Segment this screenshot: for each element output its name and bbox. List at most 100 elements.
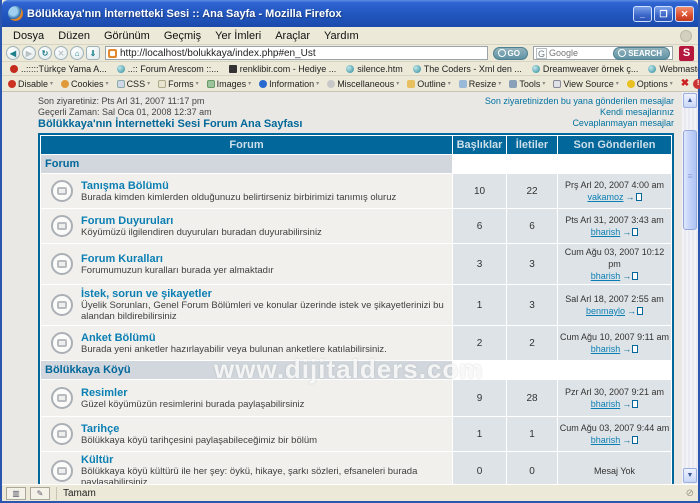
link-new-posts[interactable]: Son ziyaretinizden bu yana gönderilen me… xyxy=(485,96,674,107)
bookmark-item[interactable]: The Coders - Xml den ... xyxy=(413,64,522,74)
bookmark-item[interactable]: ..:: Forum Arescom ::... xyxy=(117,64,219,74)
bookmark-item[interactable]: renklibir.com - Hediye ... xyxy=(229,64,337,74)
goto-lastpost-icon[interactable]: → xyxy=(622,270,638,282)
options-icon xyxy=(627,80,635,88)
bookmark-icon xyxy=(648,65,656,73)
link-own-posts[interactable]: Kendi mesajlarınız xyxy=(485,107,674,118)
folder-icon xyxy=(51,387,73,409)
forum-link[interactable]: Resimler xyxy=(81,387,304,399)
scroll-thumb[interactable] xyxy=(683,130,697,230)
goto-lastpost-icon[interactable]: → xyxy=(622,398,638,410)
bookmarks-toolbar: ..:::::Türkçe Yama A... ..:: Forum Aresc… xyxy=(2,62,698,76)
forum-link[interactable]: Tanışma Bölümü xyxy=(81,180,396,192)
menu-duzen[interactable]: Düzen xyxy=(51,29,97,43)
devbar-outline[interactable]: Outline▾ xyxy=(407,79,451,89)
reload-button[interactable]: ↻ xyxy=(38,46,52,60)
information-icon xyxy=(259,80,267,88)
devbar-tools[interactable]: Tools▾ xyxy=(509,79,545,89)
home-button[interactable]: ⌂ xyxy=(70,46,84,60)
search-button[interactable]: SEARCH xyxy=(613,47,670,60)
url-input[interactable] xyxy=(120,48,485,59)
forum-link[interactable]: İstek, sorun ve şikayetler xyxy=(81,288,448,300)
stop-button[interactable]: ✕ xyxy=(54,46,68,60)
forum-link[interactable]: Anket Bölümü xyxy=(81,332,387,344)
link-unanswered[interactable]: Cevaplanmayan mesajlar xyxy=(485,118,674,129)
lastpost-user-link[interactable]: bharish xyxy=(591,344,621,354)
forum-description: Burada yeni anketler hazırlayabilir veya… xyxy=(81,344,387,355)
site-favicon-icon xyxy=(108,49,117,58)
forum-link[interactable]: Kültür xyxy=(81,454,448,466)
goto-lastpost-icon[interactable]: → xyxy=(622,434,638,446)
go-button[interactable]: GO xyxy=(493,47,528,60)
folder-icon xyxy=(51,180,73,202)
search-bar: G SEARCH xyxy=(533,46,673,60)
menu-dosya[interactable]: Dosya xyxy=(6,29,51,43)
devbar-disable[interactable]: Disable▾ xyxy=(8,79,53,89)
bookmark-item[interactable]: silence.htm xyxy=(346,64,403,74)
title-bar: Bölükkaya'nın İnternetteki Sesi :: Ana S… xyxy=(2,0,698,27)
view-source-icon xyxy=(553,80,561,88)
forum-link[interactable]: Forum Kuralları xyxy=(81,253,274,265)
category-title[interactable]: Forum xyxy=(41,155,452,173)
devbar-css[interactable]: CSS▾ xyxy=(117,79,151,89)
category-title[interactable]: Bölükkaya Köyü xyxy=(41,361,452,379)
category-row: Forum xyxy=(41,155,671,173)
menu-yardim[interactable]: Yardım xyxy=(317,29,366,43)
menu-yerimleri[interactable]: Yer İmleri xyxy=(208,29,268,43)
bookmark-item[interactable]: Dreamweaver örnek ç... xyxy=(532,64,639,74)
lastpost-date: Prş Arl 20, 2007 4:00 am xyxy=(565,180,664,190)
last-visit-text: Son ziyaretiniz: Pts Arl 31, 2007 11:17 … xyxy=(38,96,302,107)
goto-lastpost-icon[interactable]: → xyxy=(626,191,642,203)
back-button[interactable]: ◀ xyxy=(6,46,20,60)
lastpost-user-link[interactable]: vakamoz xyxy=(587,192,623,202)
lastpost-user-link[interactable]: bharish xyxy=(591,271,621,281)
folder-icon xyxy=(51,460,73,482)
lastpost-user-link[interactable]: bharish xyxy=(591,227,621,237)
forward-button[interactable]: ▶ xyxy=(22,46,36,60)
posts-count: 6 xyxy=(507,209,557,243)
error-x-icon[interactable]: ✖ xyxy=(681,78,689,89)
goto-lastpost-icon[interactable]: → xyxy=(627,305,643,317)
devbar-view-source[interactable]: View Source▾ xyxy=(553,79,618,89)
visit-info: Son ziyaretiniz: Pts Arl 31, 2007 11:17 … xyxy=(38,96,302,130)
devbar-information[interactable]: Information▾ xyxy=(259,79,319,89)
menu-bar: Dosya Düzen Görünüm Geçmiş Yer İmleri Ar… xyxy=(2,27,698,45)
scroll-down-button[interactable]: ▼ xyxy=(683,468,697,483)
quick-links: Son ziyaretinizden bu yana gönderilen me… xyxy=(485,96,674,130)
lastpost-user-link[interactable]: benmaylo xyxy=(586,306,625,316)
menu-araclar[interactable]: Araçlar xyxy=(268,29,317,43)
extension-button[interactable]: ⇓ xyxy=(86,46,100,60)
images-icon xyxy=(207,80,215,88)
bookmark-item[interactable]: ..:::::Türkçe Yama A... xyxy=(10,64,107,74)
close-button[interactable]: ✕ xyxy=(675,6,694,22)
lastpost-user-link[interactable]: bharish xyxy=(591,435,621,445)
devbar-options[interactable]: Options▾ xyxy=(627,79,673,89)
goto-lastpost-icon[interactable]: → xyxy=(622,343,638,355)
devbar-resize[interactable]: Resize▾ xyxy=(459,79,502,89)
devbar-forms[interactable]: Forms▾ xyxy=(158,79,199,89)
devbar-miscellaneous[interactable]: Miscellaneous▾ xyxy=(327,79,399,89)
devbar-images[interactable]: Images▾ xyxy=(207,79,252,89)
scroll-up-button[interactable]: ▲ xyxy=(683,93,697,108)
statusbar-chart-icon[interactable]: ▥ xyxy=(6,487,26,500)
menu-gecmis[interactable]: Geçmiş xyxy=(157,29,208,43)
devbar-cookies[interactable]: Cookies▾ xyxy=(61,79,109,89)
forum-link[interactable]: Tarihçe xyxy=(81,423,317,435)
forum-link[interactable]: Forum Duyuruları xyxy=(81,215,322,227)
lastpost-user-link[interactable]: bharish xyxy=(591,399,621,409)
restore-button[interactable]: ❐ xyxy=(654,6,673,22)
search-input[interactable] xyxy=(549,48,613,58)
statusbar-edit-icon[interactable]: ✎ xyxy=(30,487,50,500)
error-count-icon[interactable]: ! xyxy=(693,79,700,89)
minimize-button[interactable]: _ xyxy=(633,6,652,22)
forum-row: Kültür Bölükkaya köyü kültürü ile her şe… xyxy=(41,452,671,484)
topics-count: 6 xyxy=(453,209,506,243)
page-title: Bölükkaya'nın İnternetteki Sesi Forum An… xyxy=(38,119,302,130)
menu-gorunum[interactable]: Görünüm xyxy=(97,29,157,43)
goto-lastpost-icon[interactable]: → xyxy=(622,226,638,238)
forum-description: Burada kimden kimlerden olduğunuzu belir… xyxy=(81,192,396,203)
webdeveloper-status-icon[interactable]: ⊘ xyxy=(686,488,694,499)
bookmark-item[interactable]: Webmaster Sitesi - w... xyxy=(648,64,698,74)
lastpost-none: Mesaj Yok xyxy=(594,466,635,476)
vertical-scrollbar[interactable]: ▲ ▼ xyxy=(682,92,698,484)
